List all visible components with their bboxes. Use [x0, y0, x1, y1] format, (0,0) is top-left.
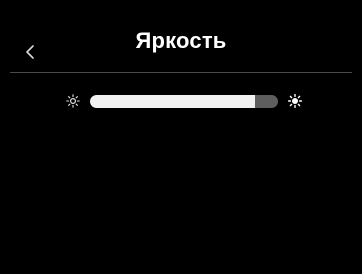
brightness-settings-screen: Яркость: [0, 0, 362, 274]
sun-large-icon: [288, 94, 302, 108]
page-title: Яркость: [135, 28, 227, 53]
brightness-slider[interactable]: [90, 95, 278, 108]
sun-small-icon: [66, 94, 80, 108]
brightness-slider-fill: [90, 95, 256, 108]
header-divider: [10, 72, 352, 73]
